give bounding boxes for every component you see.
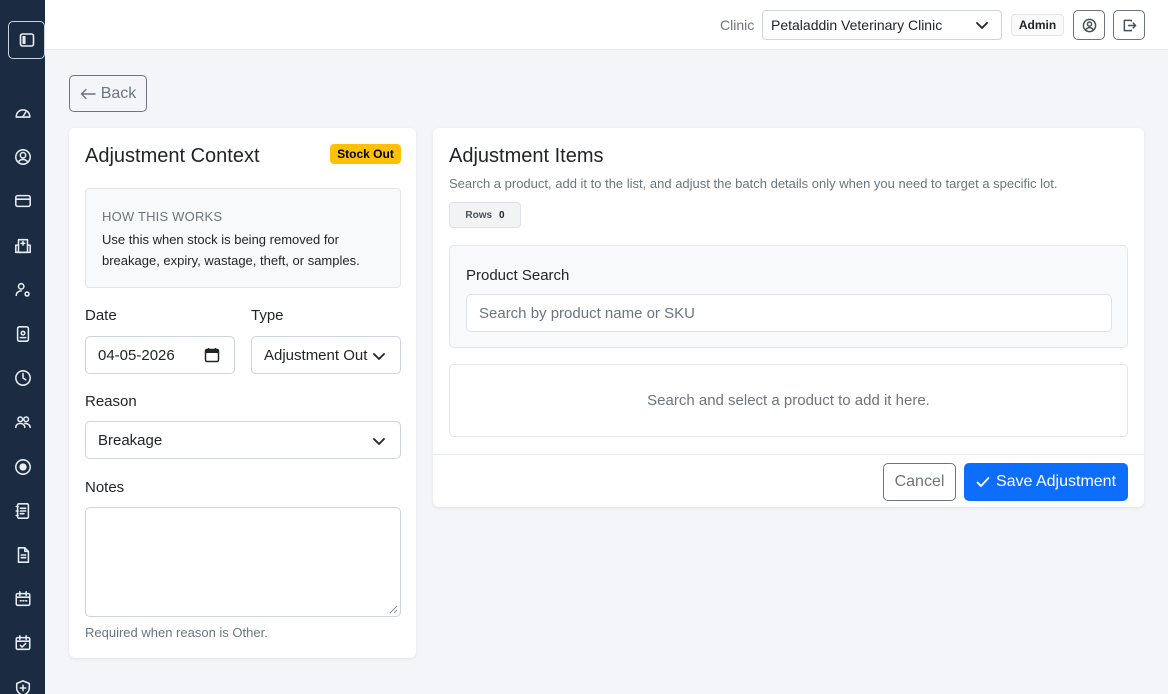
sidebar: [0, 0, 45, 694]
status-badge: Stock Out: [330, 144, 401, 164]
sidebar-item-dashboard[interactable]: [0, 91, 45, 135]
shield-plus-icon: [15, 679, 30, 694]
how-text: Use this when stock is being removed for…: [102, 232, 360, 268]
sidebar-item-clinics[interactable]: [0, 224, 45, 268]
adjustment-context-card: Adjustment Context Stock Out HOW THIS WO…: [69, 128, 416, 658]
clinic-label: Clinic: [720, 17, 755, 33]
sidebar-item-clients[interactable]: [0, 400, 45, 444]
notes-label: Notes: [85, 479, 125, 496]
save-label: Save Adjustment: [995, 473, 1117, 490]
calendar-picker-icon[interactable]: [204, 347, 220, 363]
clinic-select-value: Petaladdin Veterinary Clinic: [771, 17, 943, 33]
topbar: Clinic Petaladdin Veterinary Clinic Admi…: [45, 0, 1168, 50]
calendar-icon: [14, 591, 31, 607]
rows-label: Rows: [465, 209, 493, 221]
notes-textarea[interactable]: [85, 507, 401, 617]
contacts-icon: [14, 502, 29, 519]
hospital-icon: [14, 238, 31, 253]
sidebar-item-records[interactable]: [0, 445, 45, 489]
save-adjustment-button[interactable]: Save Adjustment: [964, 463, 1128, 501]
date-value: 04-05-2026: [98, 346, 175, 364]
logout-icon: [1123, 19, 1136, 31]
type-label: Type: [251, 307, 284, 324]
back-label: Back: [100, 84, 137, 102]
reason-select[interactable]: Breakage: [85, 421, 401, 459]
back-button[interactable]: Back: [69, 75, 147, 112]
empty-items-panel: Search and select a product to add it he…: [449, 364, 1128, 437]
chevron-down-icon: [372, 349, 386, 363]
document-icon: [17, 547, 29, 563]
sidebar-item-schedule[interactable]: [0, 577, 45, 621]
sidebar-toggle-button[interactable]: [8, 21, 45, 59]
chevron-down-icon: [976, 22, 988, 29]
reason-label: Reason: [85, 393, 137, 410]
items-footer: Cancel Save Adjustment: [433, 454, 1144, 507]
credit-card-icon: [14, 195, 31, 208]
date-input[interactable]: 04-05-2026: [85, 336, 235, 374]
user-circle-icon: [1082, 18, 1096, 32]
type-value: Adjustment Out: [264, 346, 368, 364]
context-title: Adjustment Context: [85, 145, 260, 167]
date-label: Date: [85, 307, 117, 324]
clinic-select[interactable]: Petaladdin Veterinary Clinic: [762, 10, 1002, 40]
arrow-left-icon: [80, 88, 96, 99]
id-badge-icon: [16, 326, 29, 342]
rows-badge: Rows 0: [449, 202, 521, 228]
items-subtitle: Search a product, add it to the list, an…: [449, 176, 1058, 191]
sidebar-item-contacts[interactable]: [0, 489, 45, 533]
reason-value: Breakage: [98, 431, 163, 449]
dashboard-icon: [14, 109, 31, 118]
product-search-input[interactable]: Search by product name or SKU: [466, 294, 1112, 332]
product-search-placeholder: Search by product name or SKU: [479, 304, 695, 322]
how-title: HOW THIS WORKS: [102, 209, 223, 224]
sidebar-item-history[interactable]: [0, 356, 45, 400]
sidebar-item-patients[interactable]: [0, 312, 45, 356]
notes-help-text: Required when reason is Other.: [85, 625, 268, 640]
sidebar-item-appointments[interactable]: [0, 621, 45, 665]
sidebar-item-profile[interactable]: [0, 135, 45, 179]
product-search-label: Product Search: [466, 267, 570, 284]
type-select[interactable]: Adjustment Out: [251, 336, 401, 374]
profile-button[interactable]: [1073, 10, 1105, 40]
sidebar-item-insurance[interactable]: [0, 665, 45, 694]
empty-items-text: Search and select a product to add it he…: [647, 392, 930, 409]
people-icon: [14, 416, 31, 429]
items-title: Adjustment Items: [449, 145, 604, 167]
role-badge: Admin: [1011, 14, 1064, 36]
sidebar-item-documents[interactable]: [0, 533, 45, 577]
chevron-down-icon: [372, 434, 386, 448]
clock-icon: [14, 370, 31, 387]
rows-count: 0: [499, 209, 505, 221]
cancel-button[interactable]: Cancel: [883, 463, 956, 501]
product-search-panel: Product Search Search by product name or…: [449, 245, 1128, 348]
record-circle-icon: [14, 458, 31, 475]
user-circle-icon: [14, 149, 31, 166]
user-settings-icon: [14, 282, 30, 297]
sidebar-toggle-icon: [19, 33, 34, 47]
sidebar-item-billing[interactable]: [0, 179, 45, 223]
calendar-check-icon: [14, 635, 31, 651]
check-icon: [976, 477, 990, 487]
logout-button[interactable]: [1113, 10, 1145, 40]
adjustment-items-card: Adjustment Items Search a product, add i…: [433, 128, 1144, 507]
sidebar-item-staff[interactable]: [0, 268, 45, 312]
how-it-works-box: HOW THIS WORKS Use this when stock is be…: [85, 188, 401, 288]
cancel-label: Cancel: [894, 473, 945, 490]
resize-grip-icon[interactable]: [389, 605, 398, 614]
